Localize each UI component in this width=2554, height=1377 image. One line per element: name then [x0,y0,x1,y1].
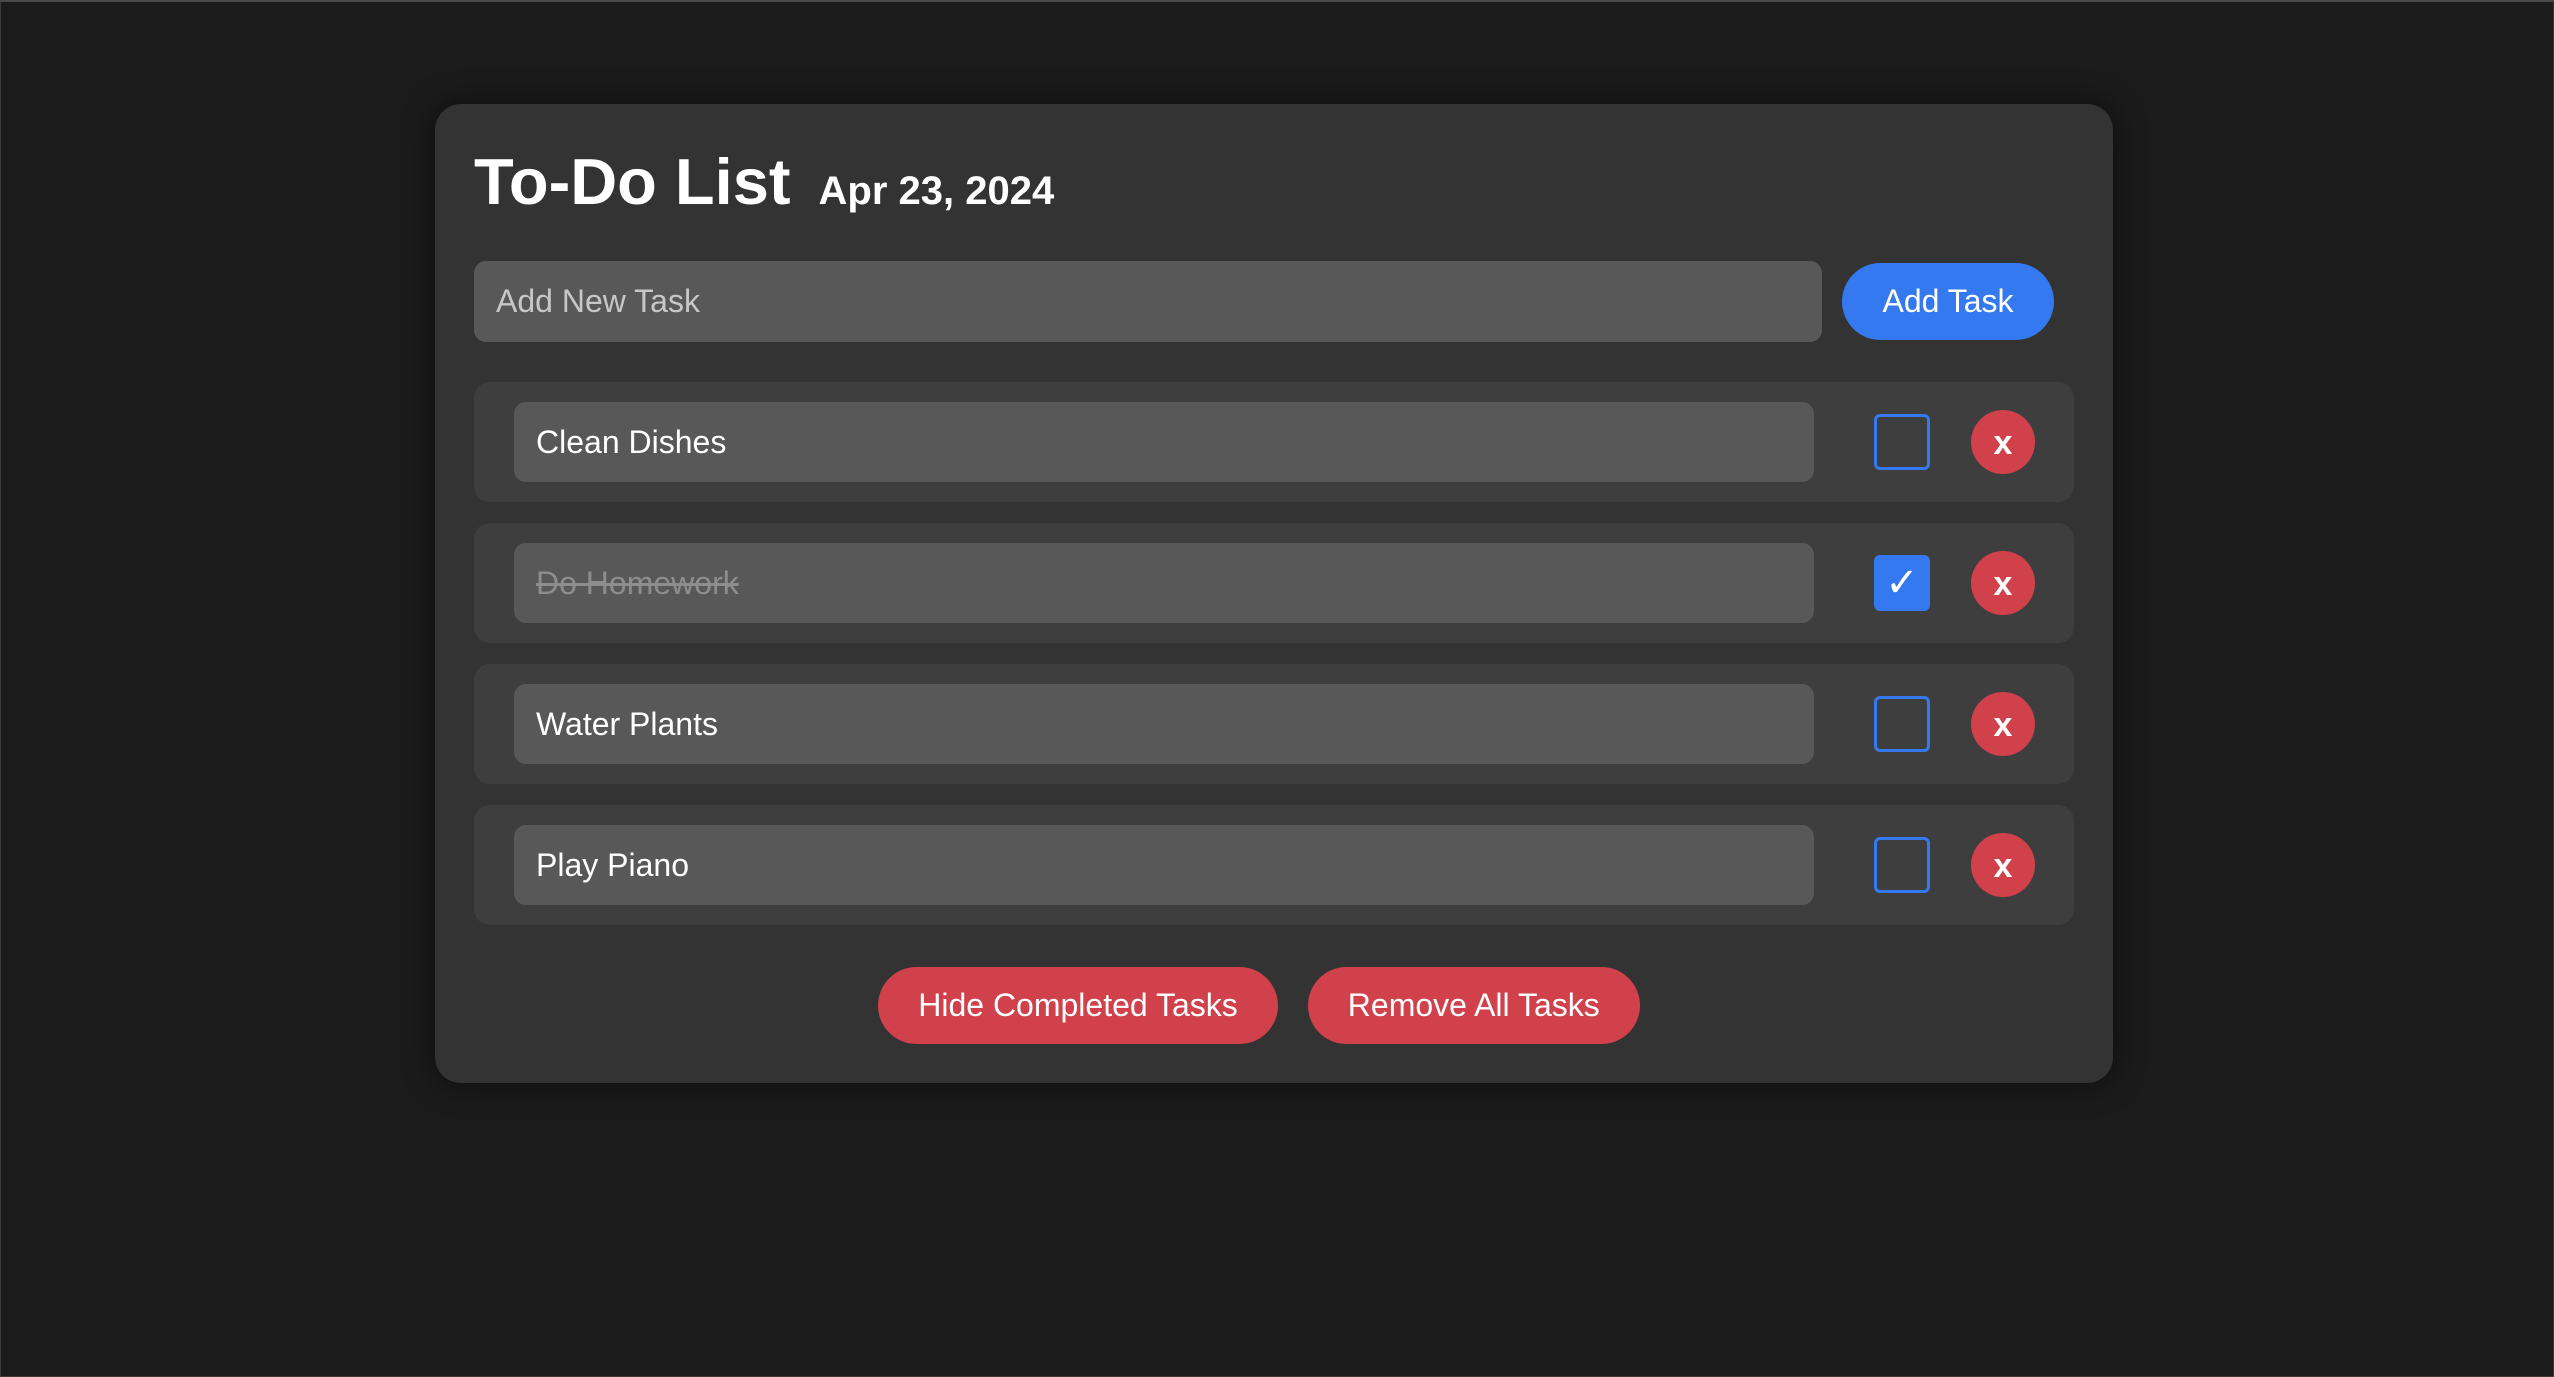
delete-task-button[interactable]: x [1971,551,2035,615]
page-title: To-Do List [474,145,791,218]
close-icon: x [1993,424,2013,462]
delete-task-button[interactable]: x [1971,692,2035,756]
task-row: Do Homework ✓ x [474,523,2074,643]
task-checkbox[interactable] [1874,414,1930,470]
task-text-field[interactable]: Play Piano [514,825,1814,905]
delete-task-button[interactable]: x [1971,833,2035,897]
date-label: Apr 23, 2024 [818,169,1055,213]
task-text-field[interactable]: Do Homework [514,543,1814,623]
task-checkbox[interactable]: ✓ [1874,555,1930,611]
task-checkbox[interactable] [1874,837,1930,893]
new-task-input[interactable] [474,261,1822,342]
remove-all-button[interactable]: Remove All Tasks [1307,967,1640,1044]
task-text-field[interactable]: Water Plants [514,684,1814,764]
close-icon: x [1993,565,2013,603]
close-icon: x [1993,847,2013,885]
hide-completed-button[interactable]: Hide Completed Tasks [878,967,1278,1044]
footer-actions: Hide Completed Tasks Remove All Tasks [435,967,2113,1044]
delete-task-button[interactable]: x [1971,410,2035,474]
task-checkbox[interactable] [1874,696,1930,752]
task-text-field[interactable]: Clean Dishes [514,402,1814,482]
add-task-button[interactable]: Add Task [1842,263,2054,340]
task-row: Play Piano x [474,805,2074,925]
task-list: Clean Dishes x Do Homework ✓ x Water Pla… [474,382,2074,946]
task-row: Water Plants x [474,664,2074,784]
header: To-Do List Apr 23, 2024 [474,144,1054,219]
checkmark-icon: ✓ [1885,561,1919,605]
close-icon: x [1993,706,2013,744]
task-row: Clean Dishes x [474,382,2074,502]
todo-card: To-Do List Apr 23, 2024 Add Task Clean D… [435,104,2113,1083]
